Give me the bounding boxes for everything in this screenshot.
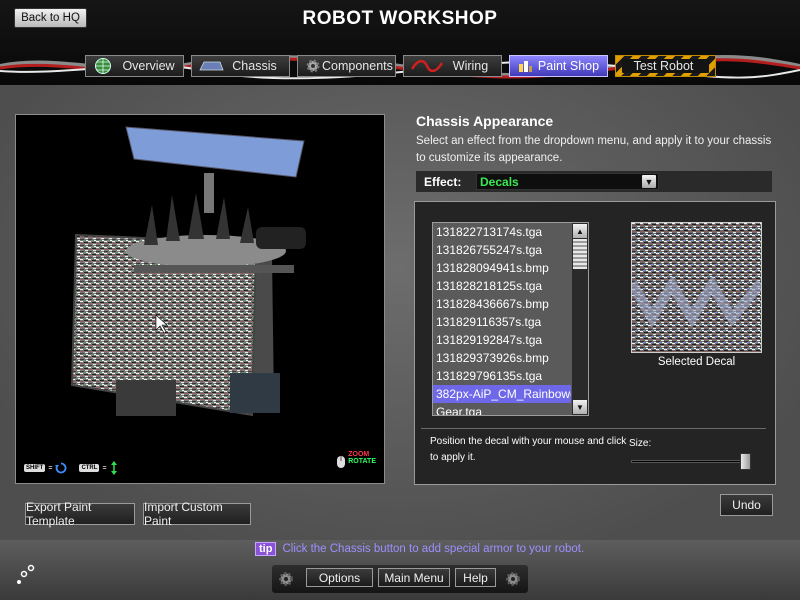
bottom-navigation: Options Main Menu Help [272, 565, 528, 593]
decal-panel: 131822713174s.tga 131826755247s.tga 131828… [414, 201, 776, 485]
effect-dropdown[interactable]: Decals ▼ [476, 173, 659, 190]
wire-icon [410, 57, 444, 75]
tab-chassis[interactable]: Chassis [191, 55, 290, 77]
scroll-up-icon[interactable]: ▲ [573, 224, 587, 238]
effect-label: Effect: [424, 174, 462, 189]
top-bar: Back to HQ ROBOT WORKSHOP Overview Chass… [0, 0, 800, 85]
undo-button[interactable]: Undo [720, 494, 773, 516]
tab-overview[interactable]: Overview [85, 55, 184, 77]
zoom-label: ZOOM [348, 451, 370, 458]
mouse-icon [337, 456, 346, 468]
divider [421, 428, 766, 429]
file-list-scrollbar[interactable]: ▲ ▼ [572, 223, 588, 415]
camera-controls-hint: SHIFT = CTRL = [24, 461, 118, 475]
scroll-thumb[interactable] [573, 239, 587, 269]
globe-icon [92, 57, 118, 75]
decal-file-item[interactable]: Gear.tga [433, 403, 571, 415]
gear-icon [304, 57, 322, 75]
rotate-icon [55, 462, 67, 474]
tab-label: Chassis [232, 59, 277, 73]
placement-hint: Position the decal with your mouse and c… [430, 436, 627, 463]
size-label: Size: [629, 438, 652, 449]
decal-file-item[interactable]: 382px-AiP_CM_Rainbowdash.tga [433, 385, 571, 403]
decal-file-item[interactable]: 131829192847s.tga [433, 331, 571, 349]
robot-model [70, 126, 306, 417]
tab-label: Components [322, 59, 393, 73]
mouse-controls-hint: ZOOM ROTATE [336, 447, 376, 469]
tab-label: Test Robot [622, 59, 709, 73]
decal-file-list[interactable]: 131822713174s.tga 131826755247s.tga 131828… [432, 222, 589, 416]
loading-dots-icon [17, 564, 35, 584]
tab-label: Paint Shop [537, 59, 600, 73]
decal-file-item[interactable]: 131829796135s.tga [433, 367, 571, 385]
tab-paint-shop[interactable]: Paint Shop [509, 55, 608, 77]
page-title: ROBOT WORKSHOP [302, 8, 498, 29]
paint-icon [516, 57, 534, 75]
section-description: Select an effect from the dropdown menu,… [416, 135, 772, 164]
decal-file-item[interactable]: 131828094941s.bmp [433, 259, 571, 277]
rotate-label: ROTATE [348, 458, 376, 465]
chevron-down-icon[interactable]: ▼ [642, 175, 656, 188]
section-title: Chassis Appearance [416, 113, 554, 129]
robot-3d-viewport[interactable]: SHIFT = CTRL = ZOOM ROTATE [15, 114, 385, 484]
tab-test-robot[interactable]: Test Robot [615, 55, 716, 77]
export-paint-template-button[interactable]: Export Paint Template [25, 500, 135, 528]
vertical-arrows-icon [110, 461, 117, 475]
gear-icon [506, 572, 520, 586]
effect-row: Effect: Decals ▼ [416, 171, 772, 192]
decal-file-item[interactable]: 131828218125s.tga [433, 277, 571, 295]
tip-badge: tip [255, 542, 277, 556]
main-menu-button[interactable]: Main Menu [378, 568, 450, 587]
tab-components[interactable]: Components [297, 55, 396, 77]
decal-file-item[interactable]: 131826755247s.tga [433, 241, 571, 259]
help-button[interactable]: Help [455, 568, 496, 587]
shift-key-label: SHIFT [24, 464, 46, 472]
selected-decal-preview [627, 222, 765, 353]
chassis-icon [198, 57, 224, 75]
scroll-down-icon[interactable]: ▼ [573, 400, 587, 414]
options-button[interactable]: Options [306, 568, 373, 587]
effect-dropdown-value: Decals [480, 174, 519, 189]
ctrl-key-label: CTRL [79, 464, 100, 472]
tip-text: Click the Chassis button to add special … [282, 543, 585, 555]
tab-label: Wiring [452, 59, 489, 73]
decal-file-item[interactable]: 131829373926s.bmp [433, 349, 571, 367]
import-custom-paint-button[interactable]: Import Custom Paint [143, 500, 251, 528]
decal-file-item[interactable]: 131829116357s.tga [433, 313, 571, 331]
size-slider[interactable] [631, 460, 751, 463]
decal-file-item[interactable]: 131828436667s.bmp [433, 295, 571, 313]
tip-bar: tip Click the Chassis button to add spec… [255, 541, 584, 557]
selected-decal-caption: Selected Decal [657, 356, 736, 368]
decal-file-item[interactable]: 131822713174s.tga [433, 223, 571, 241]
size-slider-thumb[interactable] [740, 453, 752, 470]
tab-label: Overview [122, 59, 175, 73]
tab-wiring[interactable]: Wiring [403, 55, 502, 77]
gear-icon [279, 572, 293, 586]
